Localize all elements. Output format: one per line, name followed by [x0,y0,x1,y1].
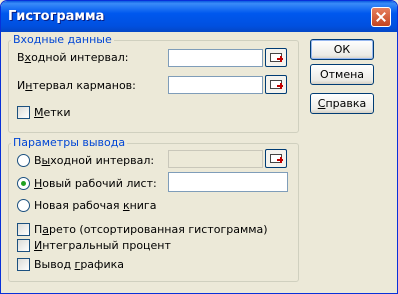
new-sheet-label: Новый рабочий лист: [34,177,157,190]
new-workbook-label: Новая рабочая книга [34,199,157,212]
chart-output-label: Вывод графика [34,258,124,271]
cancel-button[interactable]: Отмена [310,64,374,85]
output-range-label: Выходной интервал: [34,154,155,167]
help-button[interactable]: Справка [310,93,374,114]
histogram-dialog: Гистограмма Входные данные Входной интер… [0,0,398,294]
cumulative-percent-label: Интегральный процент [34,239,171,252]
output-range-field[interactable] [168,150,263,168]
close-button[interactable] [371,7,391,27]
ok-button[interactable]: ОК [310,39,374,60]
bin-range-label: Интервал карманов: [17,79,136,92]
title-bar[interactable]: Гистограмма [1,1,397,32]
new-workbook-radio[interactable] [17,199,30,212]
labels-checkbox[interactable] [17,106,30,119]
new-sheet-radio[interactable] [17,177,30,190]
input-data-legend: Входные данные [11,33,114,46]
pareto-checkbox[interactable] [17,223,30,236]
input-range-collapse-button[interactable] [265,48,287,67]
output-options-legend: Параметры вывода [11,136,128,149]
bin-range-collapse-button[interactable] [265,75,287,94]
labels-checkbox-label: Метки [34,106,71,119]
bin-range-field[interactable] [168,76,263,94]
input-range-label: Входной интервал: [17,51,129,64]
cumulative-percent-checkbox[interactable] [17,239,30,252]
output-range-collapse-button[interactable] [265,149,287,168]
input-range-field[interactable] [168,49,263,67]
new-sheet-name-field[interactable] [168,172,288,192]
output-range-radio[interactable] [17,154,30,167]
chart-output-checkbox[interactable] [17,258,30,271]
window-title: Гистограмма [8,9,105,24]
pareto-label: Парето (отсортированная гистограмма) [34,223,268,236]
